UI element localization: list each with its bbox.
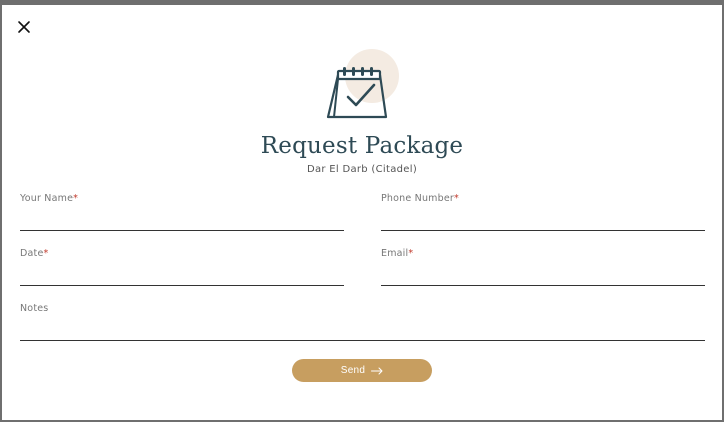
required-mark: * — [408, 248, 414, 259]
required-mark: * — [454, 193, 459, 204]
hero-illustration — [2, 49, 722, 129]
required-mark: * — [43, 248, 49, 259]
email-field-group: Email* — [381, 248, 705, 286]
close-icon — [18, 21, 30, 33]
modal-subtitle: Dar El Darb (Citadel) — [306, 164, 418, 175]
name-label: Your Name* — [20, 193, 79, 204]
notes-label: Notes — [20, 303, 49, 314]
notes-underline — [20, 340, 705, 341]
email-input[interactable] — [381, 267, 705, 285]
name-underline — [20, 230, 344, 231]
phone-underline — [381, 230, 705, 231]
required-mark: * — [73, 193, 79, 204]
date-input[interactable] — [20, 267, 344, 285]
email-label: Email* — [381, 248, 414, 259]
date-field-group: Date* — [20, 248, 344, 286]
send-button[interactable]: Send — [292, 359, 432, 382]
phone-field-group: Phone Number* — [381, 193, 705, 231]
email-underline — [381, 285, 705, 286]
name-input[interactable] — [20, 212, 344, 230]
notes-field-group: Notes — [20, 303, 705, 341]
arrow-right-icon — [371, 367, 383, 374]
date-underline — [20, 285, 344, 286]
phone-input[interactable] — [381, 212, 705, 230]
notes-input[interactable] — [20, 322, 705, 340]
calendar-check-icon — [326, 67, 388, 119]
phone-label: Phone Number* — [381, 193, 459, 204]
send-label: Send — [340, 365, 366, 376]
request-package-modal: Request Package Dar El Darb (Citadel) Yo… — [2, 5, 722, 420]
close-button[interactable] — [16, 19, 32, 35]
name-field-group: Your Name* — [20, 193, 344, 231]
modal-title: Request Package — [260, 133, 464, 159]
date-label: Date* — [20, 248, 49, 259]
